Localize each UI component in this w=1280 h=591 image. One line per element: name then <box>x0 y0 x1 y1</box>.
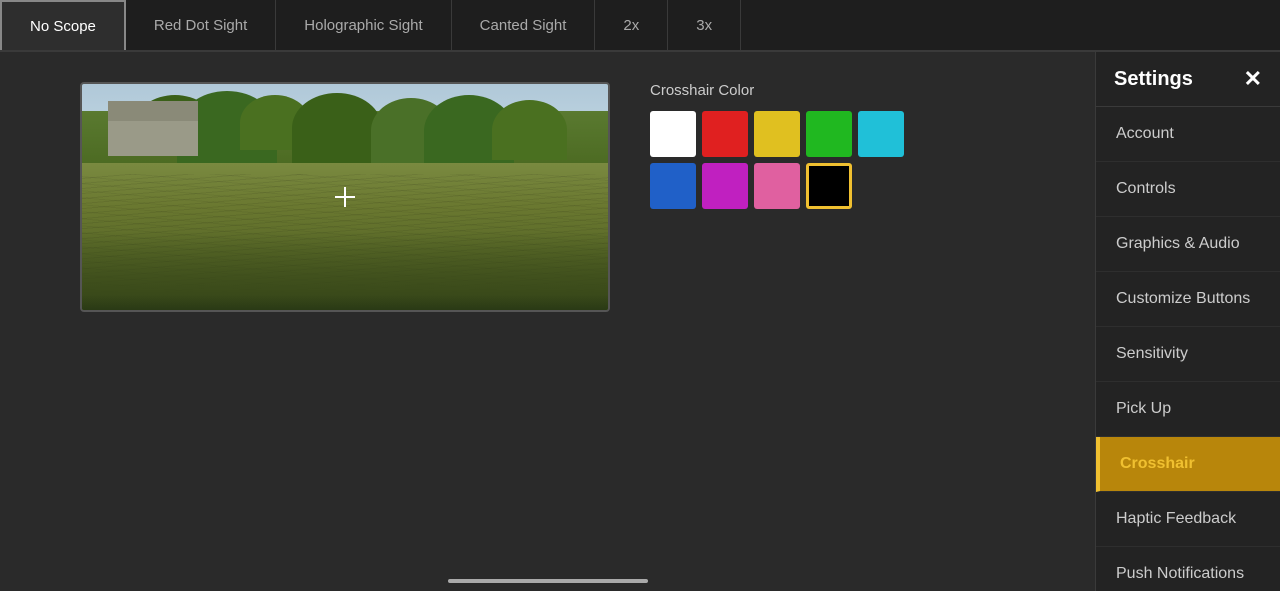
sidebar-item-graphics-audio[interactable]: Graphics & Audio <box>1096 217 1280 272</box>
tab-bar: No Scope Red Dot Sight Holographic Sight… <box>0 0 1280 52</box>
main-content: Crosshair Color Settings ✕ <box>0 52 1280 591</box>
sidebar-item-haptic-feedback[interactable]: Haptic Feedback <box>1096 492 1280 547</box>
sidebar-item-pick-up[interactable]: Pick Up <box>1096 382 1280 437</box>
settings-title: Settings <box>1114 68 1193 91</box>
building-roof <box>108 101 198 121</box>
preview-container: Crosshair Color <box>80 82 1065 312</box>
close-button[interactable]: ✕ <box>1244 66 1262 92</box>
swatch-red[interactable] <box>702 111 748 157</box>
sidebar-item-account[interactable]: Account <box>1096 107 1280 162</box>
swatch-cyan[interactable] <box>858 111 904 157</box>
color-picker-section: Crosshair Color <box>650 82 904 209</box>
sidebar-item-controls[interactable]: Controls <box>1096 162 1280 217</box>
swatch-pink[interactable] <box>754 163 800 209</box>
tab-holographic-sight[interactable]: Holographic Sight <box>276 0 451 50</box>
tree-7 <box>492 100 567 160</box>
building-1 <box>108 116 198 156</box>
swatch-blue[interactable] <box>650 163 696 209</box>
swatch-white[interactable] <box>650 111 696 157</box>
tab-red-dot-sight[interactable]: Red Dot Sight <box>126 0 276 50</box>
tab-2x[interactable]: 2x <box>595 0 668 50</box>
tab-no-scope[interactable]: No Scope <box>0 0 126 50</box>
sidebar-item-customize-buttons[interactable]: Customize Buttons <box>1096 272 1280 327</box>
swatch-yellow[interactable] <box>754 111 800 157</box>
swatch-magenta[interactable] <box>702 163 748 209</box>
tree-4 <box>292 93 382 163</box>
crosshair-color-label: Crosshair Color <box>650 82 904 99</box>
scope-preview <box>80 82 610 312</box>
color-grid <box>650 111 904 209</box>
scroll-indicator <box>448 579 648 583</box>
grass-bottom <box>82 231 608 310</box>
content-area: Crosshair Color <box>0 52 1095 591</box>
sidebar-item-push-notifications[interactable]: Push Notifications <box>1096 547 1280 591</box>
tab-3x[interactable]: 3x <box>668 0 741 50</box>
sidebar-item-crosshair[interactable]: Crosshair <box>1096 437 1280 492</box>
swatch-black[interactable] <box>806 163 852 209</box>
tab-canted-sight[interactable]: Canted Sight <box>452 0 596 50</box>
swatch-green[interactable] <box>806 111 852 157</box>
sidebar-item-sensitivity[interactable]: Sensitivity <box>1096 327 1280 382</box>
sidebar-header: Settings ✕ <box>1096 52 1280 107</box>
scene <box>82 84 608 310</box>
settings-sidebar: Settings ✕ Account Controls Graphics & A… <box>1095 52 1280 591</box>
